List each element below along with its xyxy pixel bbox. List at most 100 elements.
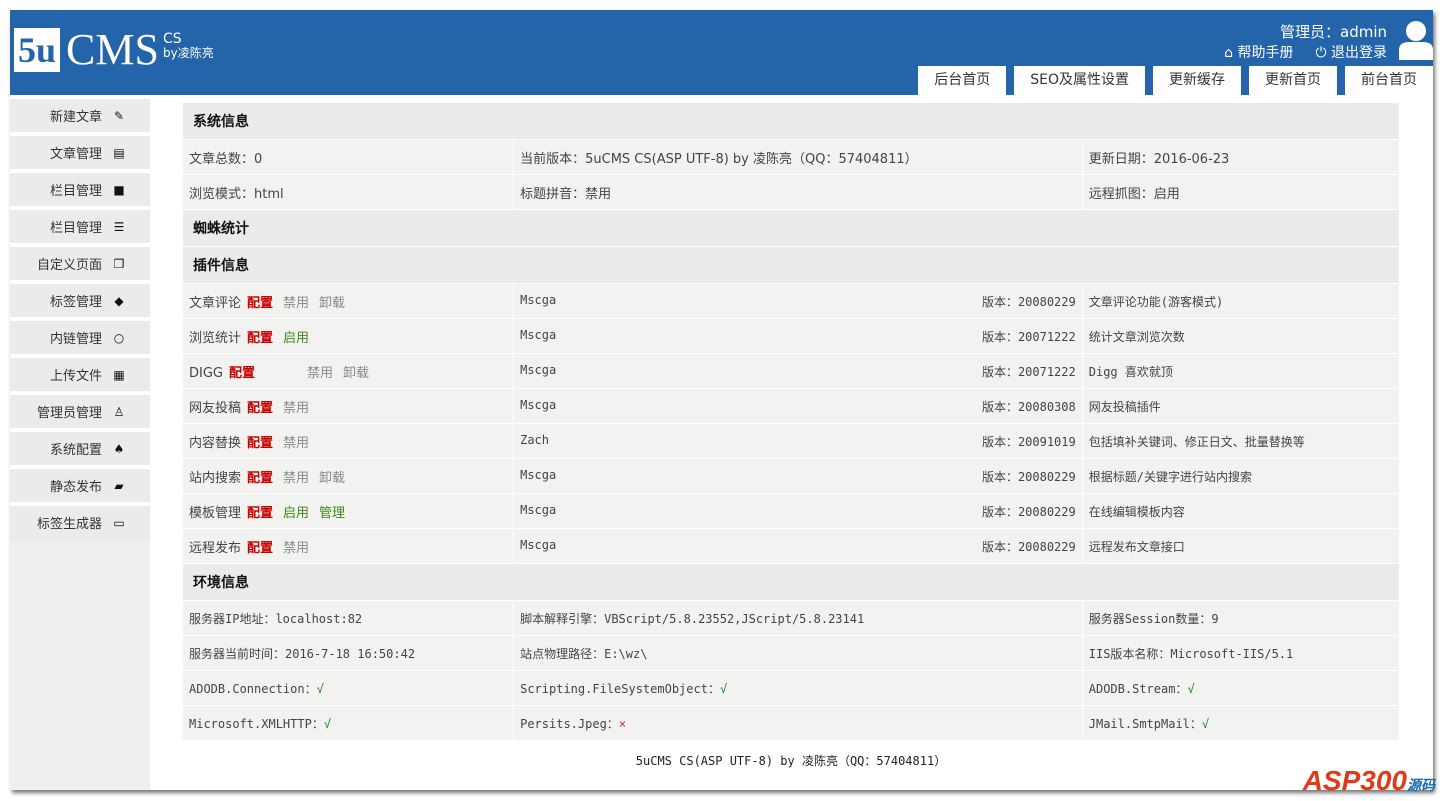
plugin-version: 版本：20080229 [981,469,1076,484]
plugin-config-link[interactable]: 配置 [247,471,273,486]
logout-link[interactable]: ⏻ 退出登录 [1315,42,1387,62]
plugin-version: 版本：20071222 [981,364,1076,379]
sidebar-item[interactable]: 上传文件 ▦ [10,354,150,391]
tab-front-home[interactable]: 前台首页 [1345,66,1433,95]
env-label: Persits.Jpeg： [520,716,619,731]
sidebar-item[interactable]: 栏目管理 ☰ [10,206,150,243]
env-cell: ADODB.Stream：√ [1081,670,1401,706]
env-cell: Microsoft.XMLHTTP：√ [181,705,515,741]
env-label: 服务器Session数量：9 [1088,611,1219,626]
plugin-desc: Digg 喜欢就顶 [1081,353,1401,389]
info-table: 系统信息 文章总数：0 当前版本：5uCMS CS(ASP UTF-8) by 凌陈… [181,102,1401,741]
sidebar-item-icon: ♠ [113,441,125,456]
plugin-action-link[interactable]: 启用 [283,331,309,346]
header-links: ⌂ 帮助手册 ⏻ 退出登录 [1224,42,1387,62]
sidebar-item-icon: ♙ [113,404,125,419]
sidebar-item[interactable]: 管理员管理 ♙ [10,391,150,428]
plugin-name: 模板管理 [189,505,242,521]
plugin-action-link[interactable]: 禁用 [307,366,333,381]
sidebar-item-label: 内链管理 [49,332,102,347]
plugin-author: Zach [520,432,550,447]
env-label: 服务器IP地址：localhost:82 [189,611,363,626]
plugin-action-link[interactable]: 禁用 [283,401,309,416]
env-row: 服务器当前时间：2016-7-18 16:50:42 站点物理路径：E:\wz\ I… [181,635,1401,671]
plugin-action-link[interactable]: 管理 [319,506,345,521]
plugin-config-link[interactable]: 配置 [229,366,255,381]
plugin-version: 版本：20080229 [981,504,1076,519]
plugin-version: 版本：20080229 [981,294,1076,309]
plugin-action-link[interactable]: 禁用 [283,436,309,451]
sidebar-item[interactable]: 系统配置 ♠ [10,428,150,465]
plugin-name-cell: 内容替换 配置 禁用 [181,423,515,459]
plugin-action-link[interactable]: 卸载 [319,296,345,311]
plugin-name: 浏览统计 [189,330,242,346]
tab-seo-settings[interactable]: SEO及属性设置 [1014,66,1145,95]
env-label: IIS版本名称：Microsoft-IIS/5.1 [1088,646,1294,661]
sidebar-item-icon: ▤ [113,145,125,160]
env-cell: 服务器Session数量：9 [1081,600,1401,636]
sidebar-item[interactable]: 自定义页面 ❐ [10,243,150,280]
sidebar-item[interactable]: 栏目管理 ■ [10,169,150,206]
plugin-name-cell: 远程发布 配置 禁用 [181,528,515,564]
check-icon: √ [719,681,728,696]
plugin-action-link[interactable]: 卸载 [319,471,345,486]
tab-update-home[interactable]: 更新首页 [1249,66,1337,95]
table-row: 浏览模式：html 标题拼音：禁用 远程抓图：启用 [181,174,1401,210]
power-icon: ⏻ [1315,45,1331,61]
env-label: JMail.SmtpMail： [1088,716,1202,731]
sidebar-item[interactable]: 标签管理 ◆ [10,280,150,317]
plugin-version: 版本：20080308 [981,399,1076,414]
table-row: 文章总数：0 当前版本：5uCMS CS(ASP UTF-8) by 凌陈亮（QQ… [181,139,1401,175]
sidebar-item[interactable]: 新建文章 ✎ [10,95,150,132]
plugin-action-link[interactable]: 禁用 [283,541,309,556]
plugin-config-link[interactable]: 配置 [247,401,273,416]
plugin-author: Mscga [520,362,557,377]
sidebar-item-icon: ◆ [114,293,124,308]
plugin-author-cell: Mscga 版本：20071222 [513,353,1083,389]
sidebar-item-label: 标签管理 [49,295,102,310]
plugin-config-link[interactable]: 配置 [247,541,273,556]
info-cell: 浏览模式：html [181,174,515,210]
info-cell: 当前版本：5uCMS CS(ASP UTF-8) by 凌陈亮（QQ：57404… [513,139,1083,175]
sidebar-item[interactable]: 文章管理 ▤ [10,132,150,169]
sidebar-item-label: 自定义页面 [36,258,102,273]
plugin-desc: 远程发布文章接口 [1081,528,1401,564]
plugin-config-link[interactable]: 配置 [247,331,273,346]
info-cell: 远程抓图：启用 [1081,174,1401,210]
check-icon: √ [1187,681,1195,696]
plugin-action-link[interactable]: 禁用 [283,471,309,486]
plugin-name: DIGG [189,365,223,381]
sidebar-item-icon: ■ [113,182,125,197]
section-title: 环境信息 [182,563,1400,601]
plugin-action-link[interactable]: 卸载 [343,366,369,381]
sidebar-item[interactable]: 标签生成器 ▭ [10,502,150,539]
plugin-author-cell: Mscga 版本：20080229 [513,493,1083,529]
info-cell: 标题拼音：禁用 [513,174,1083,210]
tab-admin-home[interactable]: 后台首页 [918,66,1007,95]
env-label: Scripting.FileSystemObject： [520,681,720,696]
top-tabs: 后台首页 SEO及属性设置 更新缓存 更新首页 前台首页 [918,66,1433,95]
env-cell: 服务器IP地址：localhost:82 [181,600,515,636]
sidebar-item-icon: ▭ [113,515,125,530]
plugin-name: 内容替换 [189,435,242,451]
sidebar-item[interactable]: 内链管理 ○ [10,317,150,354]
plugin-action-link[interactable]: 禁用 [283,296,309,311]
tab-update-cache[interactable]: 更新缓存 [1153,66,1241,95]
plugin-config-link[interactable]: 配置 [247,296,273,311]
sidebar-item[interactable]: 静态发布 ▰ [10,465,150,502]
plugin-version: 版本：20091019 [981,434,1076,449]
help-link[interactable]: ⌂ 帮助手册 [1224,42,1293,62]
plugin-desc: 统计文章浏览次数 [1081,318,1401,354]
plugin-author: Mscga [520,327,557,342]
plugin-config-link[interactable]: 配置 [247,506,273,521]
plugin-config-link[interactable]: 配置 [247,436,273,451]
section-system-info: 系统信息 [182,102,1400,140]
plugin-name: 网友投稿 [189,400,242,416]
logo-sub: CS by凌陈亮 [163,32,214,60]
section-plugin-info: 插件信息 [182,246,1400,284]
logo[interactable]: 5u CMS CS by凌陈亮 [14,28,214,72]
avatar-icon [1399,21,1433,60]
plugin-action-link[interactable]: 启用 [283,506,309,521]
plugin-name-cell: 文章评论 配置 禁用 卸载 [181,283,515,319]
plugin-name: 远程发布 [189,540,242,556]
